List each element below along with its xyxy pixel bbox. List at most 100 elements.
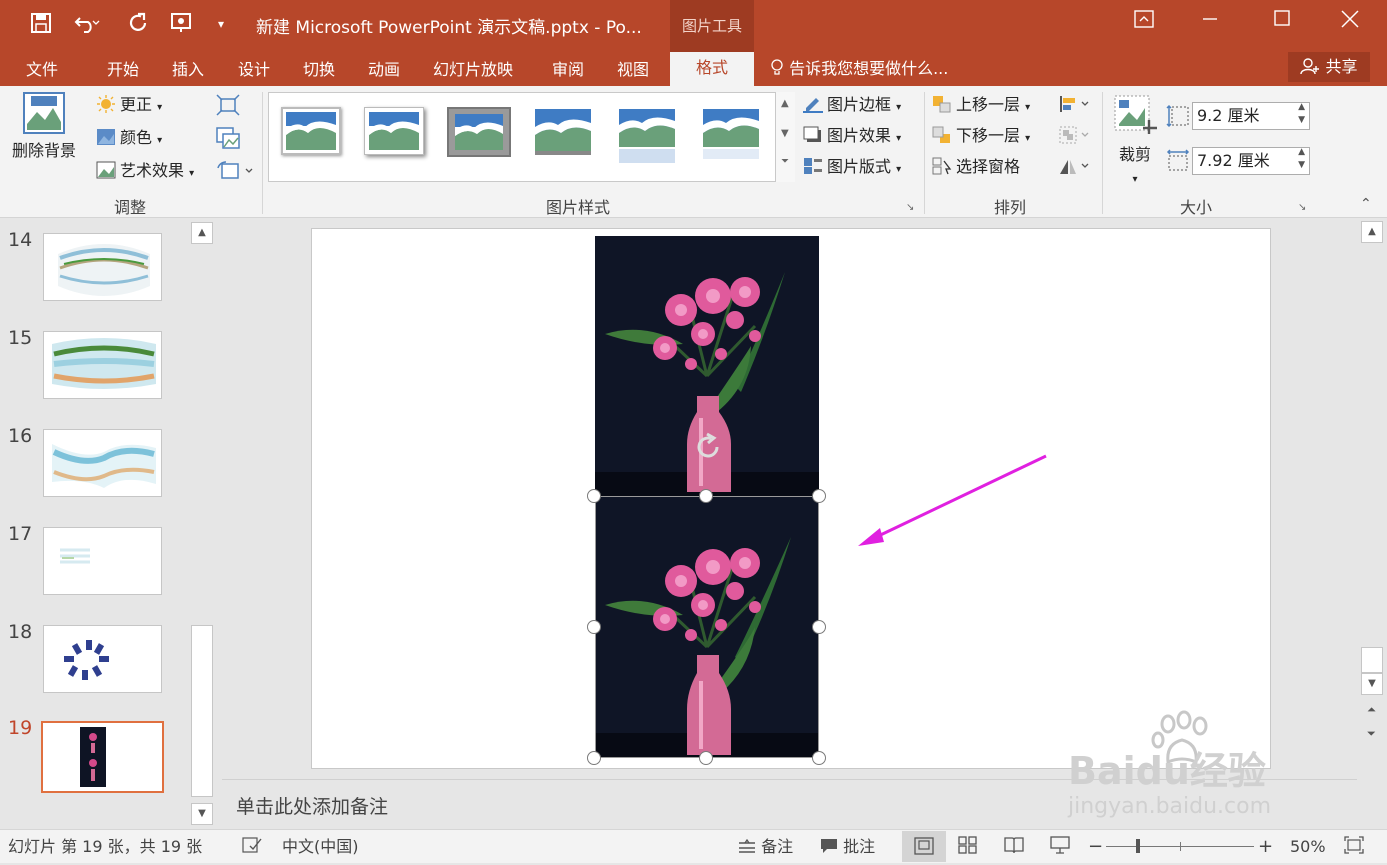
normal-view-button[interactable] bbox=[902, 831, 946, 862]
picture-styles-gallery[interactable] bbox=[268, 92, 795, 182]
arrange-group-label: 排列 bbox=[994, 198, 1027, 217]
color-button[interactable]: 颜色 ▾ bbox=[96, 127, 162, 152]
zoom-out-icon[interactable]: − bbox=[1088, 836, 1103, 858]
gallery-up-icon[interactable]: ▲ bbox=[781, 98, 789, 109]
style-soft-edge[interactable] bbox=[701, 107, 761, 163]
tab-format[interactable]: 格式 bbox=[670, 52, 754, 86]
height-input[interactable]: 9.2 厘米 ▲ ▼ bbox=[1192, 102, 1310, 130]
slide-thumbnail[interactable] bbox=[43, 429, 162, 497]
tab-transitions[interactable]: 切换 bbox=[303, 56, 335, 86]
tab-slideshow[interactable]: 幻灯片放映 bbox=[433, 56, 513, 86]
presenter-icon[interactable] bbox=[170, 12, 200, 39]
send-backward-button[interactable]: 下移一层 ▾ bbox=[932, 125, 1030, 150]
style-rounded-shadow[interactable] bbox=[533, 107, 593, 155]
width-spinner-icon[interactable]: ▲ ▼ bbox=[1298, 146, 1305, 172]
close-icon[interactable] bbox=[1330, 10, 1370, 40]
resize-handle-bottom-right[interactable] bbox=[812, 751, 826, 765]
style-reflected[interactable] bbox=[617, 107, 677, 163]
ribbon-display-options-icon[interactable] bbox=[1124, 10, 1164, 40]
compress-pictures-icon[interactable] bbox=[216, 94, 240, 122]
fit-to-window-icon[interactable] bbox=[1344, 836, 1364, 860]
scroll-up-icon[interactable]: ▲ bbox=[191, 222, 213, 244]
slide-thumbnail[interactable] bbox=[43, 331, 162, 399]
gallery-more-icon[interactable]: ⏷ bbox=[781, 156, 789, 167]
redo-icon[interactable] bbox=[127, 12, 149, 39]
height-spinner-icon[interactable]: ▲ ▼ bbox=[1298, 101, 1305, 127]
flower-vase-picture-original[interactable] bbox=[595, 236, 819, 497]
group-divider bbox=[1102, 92, 1103, 214]
style-metal-frame[interactable] bbox=[447, 107, 511, 157]
gallery-down-icon[interactable]: ▼ bbox=[781, 128, 789, 139]
tab-file[interactable]: 文件 bbox=[26, 56, 58, 86]
scroll-down-icon[interactable]: ▼ bbox=[1361, 673, 1383, 695]
collapse-ribbon-icon[interactable]: ⌃ bbox=[1360, 196, 1372, 212]
tab-insert[interactable]: 插入 bbox=[172, 56, 204, 86]
language-indicator[interactable]: 中文(中国) bbox=[282, 836, 359, 858]
share-button[interactable]: 共享 bbox=[1288, 52, 1370, 82]
tab-view[interactable]: 视图 bbox=[617, 56, 649, 86]
resize-handle-top-right[interactable] bbox=[812, 489, 826, 503]
style-soft-shadow[interactable] bbox=[364, 107, 424, 155]
notes-button[interactable]: 备注 bbox=[738, 836, 793, 858]
size-dialog-launcher-icon[interactable]: ↘ bbox=[1298, 202, 1306, 213]
previous-slide-icon[interactable]: ⏶ bbox=[1367, 703, 1376, 717]
resize-handle-top-left[interactable] bbox=[587, 489, 601, 503]
spell-check-icon[interactable] bbox=[242, 836, 262, 860]
zoom-level[interactable]: 50% bbox=[1290, 836, 1326, 858]
picture-border-label: 图片边框 bbox=[827, 95, 892, 114]
resize-handle-right[interactable] bbox=[812, 620, 826, 634]
slide-thumbnail[interactable] bbox=[43, 527, 162, 595]
tab-design[interactable]: 设计 bbox=[238, 56, 270, 86]
tell-me-box[interactable]: 告诉我您想要做什么... bbox=[770, 57, 948, 81]
comments-button[interactable]: 批注 bbox=[820, 836, 875, 858]
tab-review[interactable]: 审阅 bbox=[552, 56, 584, 86]
selection-pane-icon bbox=[932, 157, 952, 175]
slide-thumbnail-selected[interactable] bbox=[41, 721, 164, 793]
maximize-icon[interactable] bbox=[1262, 10, 1302, 40]
slide-scrollbar[interactable]: ▲ ▼ ⏶ ⏷ bbox=[1359, 219, 1387, 779]
reading-view-icon[interactable] bbox=[1004, 836, 1024, 860]
slide-thumbnail[interactable] bbox=[43, 625, 162, 693]
reset-picture-icon[interactable] bbox=[216, 160, 254, 188]
slide-thumbnail[interactable] bbox=[43, 233, 162, 301]
remove-background-button[interactable]: 删除背景 bbox=[6, 92, 82, 162]
slide-sorter-icon[interactable] bbox=[958, 836, 978, 860]
resize-handle-bottom-left[interactable] bbox=[587, 751, 601, 765]
picture-layout-button[interactable]: 图片版式 ▾ bbox=[803, 156, 901, 181]
resize-handle-left[interactable] bbox=[587, 620, 601, 634]
tab-animations[interactable]: 动画 bbox=[368, 56, 400, 86]
gallery-scroll[interactable]: ▲ ▼ ⏷ bbox=[775, 92, 795, 182]
rotate-handle-icon[interactable] bbox=[693, 432, 723, 462]
bring-forward-button[interactable]: 上移一层 ▾ bbox=[932, 94, 1030, 119]
align-icon[interactable] bbox=[1058, 94, 1090, 120]
customize-toolbar-icon[interactable]: ▾ bbox=[218, 12, 224, 36]
width-input[interactable]: 7.92 厘米 ▲ ▼ bbox=[1192, 147, 1310, 175]
style-simple-frame[interactable] bbox=[281, 107, 341, 155]
undo-icon[interactable] bbox=[74, 12, 100, 39]
change-picture-icon[interactable] bbox=[216, 127, 240, 155]
resize-handle-top[interactable] bbox=[699, 489, 713, 503]
selection-pane-button[interactable]: 选择窗格 bbox=[932, 156, 1020, 178]
zoom-in-icon[interactable]: + bbox=[1258, 836, 1273, 858]
zoom-slider-thumb[interactable] bbox=[1136, 839, 1140, 853]
picture-effects-button[interactable]: 图片效果 ▾ bbox=[803, 125, 901, 150]
tell-me-text: 告诉我您想要做什么... bbox=[789, 59, 949, 78]
scroll-up-icon[interactable]: ▲ bbox=[1361, 221, 1383, 243]
save-icon[interactable] bbox=[30, 12, 52, 39]
picture-border-button[interactable]: 图片边框 ▾ bbox=[803, 94, 901, 119]
resize-handle-bottom[interactable] bbox=[699, 751, 713, 765]
minimize-icon[interactable] bbox=[1190, 10, 1230, 40]
corrections-button[interactable]: 更正 ▾ bbox=[96, 94, 162, 119]
crop-button[interactable]: 裁剪 ▾ bbox=[1112, 94, 1158, 191]
scroll-thumb[interactable] bbox=[1361, 647, 1383, 673]
thumbnail-scrollbar[interactable]: ▲ ▼ bbox=[190, 219, 215, 827]
scroll-down-icon[interactable]: ▼ bbox=[191, 803, 213, 825]
slideshow-icon[interactable] bbox=[1050, 836, 1070, 860]
styles-dialog-launcher-icon[interactable]: ↘ bbox=[906, 202, 914, 213]
tab-home[interactable]: 开始 bbox=[107, 56, 139, 86]
rotate-icon[interactable] bbox=[1058, 156, 1090, 182]
scroll-thumb[interactable] bbox=[191, 625, 213, 797]
group-objects-icon[interactable] bbox=[1058, 125, 1090, 151]
next-slide-icon[interactable]: ⏷ bbox=[1367, 727, 1376, 741]
artistic-effects-button[interactable]: 艺术效果 ▾ bbox=[96, 160, 194, 185]
